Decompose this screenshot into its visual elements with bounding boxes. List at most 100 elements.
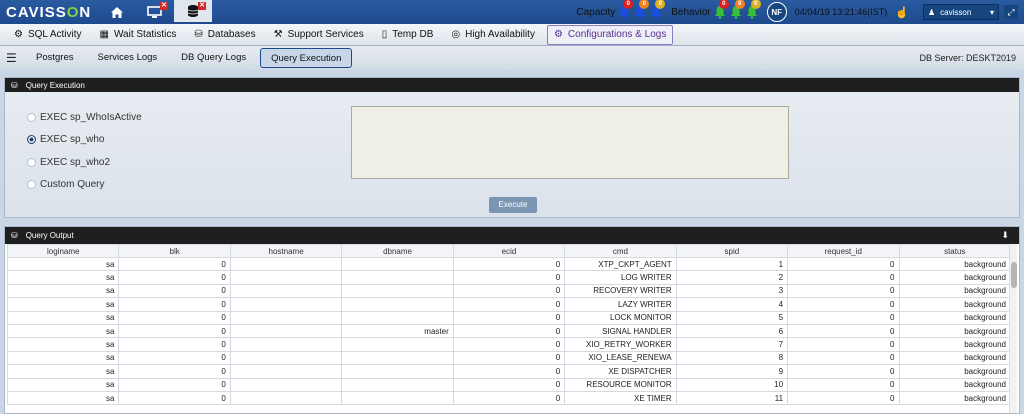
table-cell: 11 — [675, 390, 789, 406]
table-row[interactable]: sa 0 0 LAZY WRITER 4 0 background — [6, 297, 1011, 312]
column-header[interactable]: spid — [675, 244, 789, 258]
query-textarea[interactable] — [351, 106, 789, 179]
radio-button[interactable] — [27, 157, 36, 167]
table-row[interactable]: sa 0 0 LOCK MONITOR 5 0 background — [6, 310, 1011, 325]
table-cell: sa — [6, 323, 120, 339]
table-cell: 0 — [787, 337, 900, 352]
query-output-panel: ⛁ Query Output ⬇ loginame blk hostname dbna… — [4, 226, 1020, 414]
table-row[interactable]: sa 0 0 XIO_LEASE_RENEWA 8 0 background — [6, 350, 1011, 366]
capacity-bell-icon[interactable]: 0 — [649, 0, 666, 19]
user-menu-button[interactable]: ♟ cavisson ▾ — [923, 4, 999, 20]
table-cell: 10 — [675, 377, 789, 392]
tab-temp-db[interactable]: ▯ Temp DB — [376, 25, 440, 45]
table-row[interactable]: sa 0 0 RESOURCE MONITOR 10 0 background — [6, 377, 1011, 392]
database-icon: ⛁ — [11, 80, 18, 90]
table-cell — [341, 350, 454, 366]
database-icon: ⛁ — [11, 231, 18, 240]
table-row[interactable]: sa 0 0 XTP_CKPT_AGENT 1 0 background — [6, 256, 1011, 272]
column-header[interactable]: request_id — [787, 244, 900, 258]
behavior-bell-icon[interactable]: 0 — [745, 0, 761, 19]
subtab-db-query-logs[interactable]: DB Query Logs — [171, 48, 256, 68]
radio-button[interactable] — [27, 180, 36, 190]
capacity-label: Capacity — [576, 6, 616, 18]
monitor-icon[interactable]: ✕ — [136, 0, 174, 24]
table-row[interactable]: sa 0 0 XE DISPATCHER 9 0 background — [6, 364, 1011, 379]
table-row[interactable]: sa 0 0 RECOVERY WRITER 3 0 background — [6, 283, 1011, 299]
user-avatar[interactable]: NF — [766, 2, 787, 22]
option-sp-whoisactive[interactable]: EXEC sp_WhoIsActive — [27, 106, 142, 129]
table-cell: 0 — [452, 270, 566, 285]
table-cell: 0 — [118, 390, 231, 406]
behavior-bell-icon[interactable]: 0 — [713, 0, 729, 19]
table-row[interactable]: sa 0 0 LOG WRITER 2 0 background — [6, 270, 1011, 285]
option-custom-query[interactable]: Custom Query — [27, 174, 142, 197]
option-sp-who[interactable]: EXEC sp_who — [27, 129, 142, 152]
alert-hand-icon[interactable]: ☝ — [895, 6, 909, 19]
column-header[interactable]: ecid — [452, 244, 566, 258]
column-header[interactable]: status — [898, 244, 1011, 258]
behavior-bell-icon[interactable]: 0 — [729, 0, 745, 19]
column-header[interactable]: cmd — [564, 244, 677, 258]
table-cell — [341, 337, 454, 352]
table-cell: XE DISPATCHER — [564, 364, 677, 379]
table-cell: 0 — [787, 377, 900, 392]
table-cell: sa — [6, 337, 120, 352]
gear-icon: ⚙ — [553, 29, 563, 40]
cavisson-logo: CAVISSON — [6, 3, 92, 21]
table-cell — [341, 390, 454, 406]
subtab-query-execution[interactable]: Query Execution — [260, 48, 353, 68]
execute-button[interactable]: Execute — [489, 197, 537, 213]
table-cell: 0 — [787, 323, 900, 339]
monitor-alert-icon: ✕ — [160, 2, 168, 10]
database-alert-icon: ✕ — [198, 2, 206, 10]
tab-high-availability[interactable]: ◎ High Availability — [445, 25, 541, 45]
table-cell: 9 — [675, 364, 789, 379]
table-cell: sa — [6, 297, 120, 312]
db-server-label: DB Server: DESKT2019 — [919, 53, 1016, 63]
table-cell: 0 — [787, 297, 900, 312]
tab-databases[interactable]: ⛁ Databases — [188, 25, 261, 45]
tab-support-services[interactable]: ⚒ Support Services — [268, 25, 370, 45]
table-row[interactable]: sa 0 0 XIO_RETRY_WORKER 7 0 background — [6, 337, 1011, 352]
table-cell: 2 — [675, 270, 789, 285]
table-cell: 0 — [452, 337, 566, 352]
radio-button-selected[interactable] — [27, 135, 36, 145]
database-top-icon[interactable]: ✕ — [174, 0, 212, 24]
subtab-services-logs[interactable]: Services Logs — [88, 48, 168, 68]
table-cell: background — [898, 337, 1011, 352]
capacity-bell-icon[interactable]: 0 — [617, 0, 634, 19]
table-row[interactable]: sa 0 master 0 SIGNAL HANDLER 6 0 background — [6, 323, 1011, 339]
radio-button[interactable] — [27, 112, 36, 122]
column-header[interactable]: blk — [118, 244, 231, 258]
table-cell: sa — [6, 350, 120, 366]
sub-nav: ☰ Postgres Services Logs DB Query Logs Q… — [0, 46, 1024, 70]
table-scrollbar[interactable] — [1009, 244, 1017, 413]
column-header[interactable]: loginame — [6, 244, 120, 258]
scrollbar-thumb[interactable] — [1011, 262, 1017, 288]
menu-icon[interactable]: ☰ — [6, 51, 26, 65]
tab-sql-activity[interactable]: ⚙ SQL Activity — [8, 25, 88, 45]
table-cell: background — [898, 377, 1011, 392]
table-cell: 0 — [787, 390, 900, 406]
table-cell: 1 — [675, 256, 789, 272]
top-right-area: Capacity 0 0 0 Behavior 0 0 0 NF 04/04/1… — [576, 0, 1024, 24]
table-cell — [229, 323, 343, 339]
expand-icon[interactable]: ⤢ — [1004, 5, 1018, 19]
capacity-bell-icon[interactable]: 0 — [633, 0, 650, 19]
table-row[interactable]: sa 0 0 XE TIMER 11 0 background — [6, 390, 1011, 406]
query-output-header: ⛁ Query Output ⬇ — [5, 227, 1019, 244]
tab-wait-statistics[interactable]: ▦ Wait Statistics — [94, 25, 183, 45]
column-header[interactable]: dbname — [341, 244, 454, 258]
tab-configurations-logs[interactable]: ⚙ Configurations & Logs — [546, 24, 674, 45]
table-cell: background — [898, 283, 1011, 299]
table-cell: background — [898, 364, 1011, 379]
subtab-postgres[interactable]: Postgres — [26, 48, 84, 68]
query-execution-header: ⛁ Query Execution — [5, 78, 1019, 92]
home-icon[interactable] — [98, 0, 136, 24]
table-cell: 0 — [452, 256, 566, 272]
column-header[interactable]: hostname — [229, 244, 343, 258]
table-cell: RECOVERY WRITER — [564, 283, 677, 299]
download-icon[interactable]: ⬇ — [1001, 230, 1009, 241]
option-sp-who2[interactable]: EXEC sp_who2 — [27, 151, 142, 174]
table-cell: 6 — [675, 323, 789, 339]
